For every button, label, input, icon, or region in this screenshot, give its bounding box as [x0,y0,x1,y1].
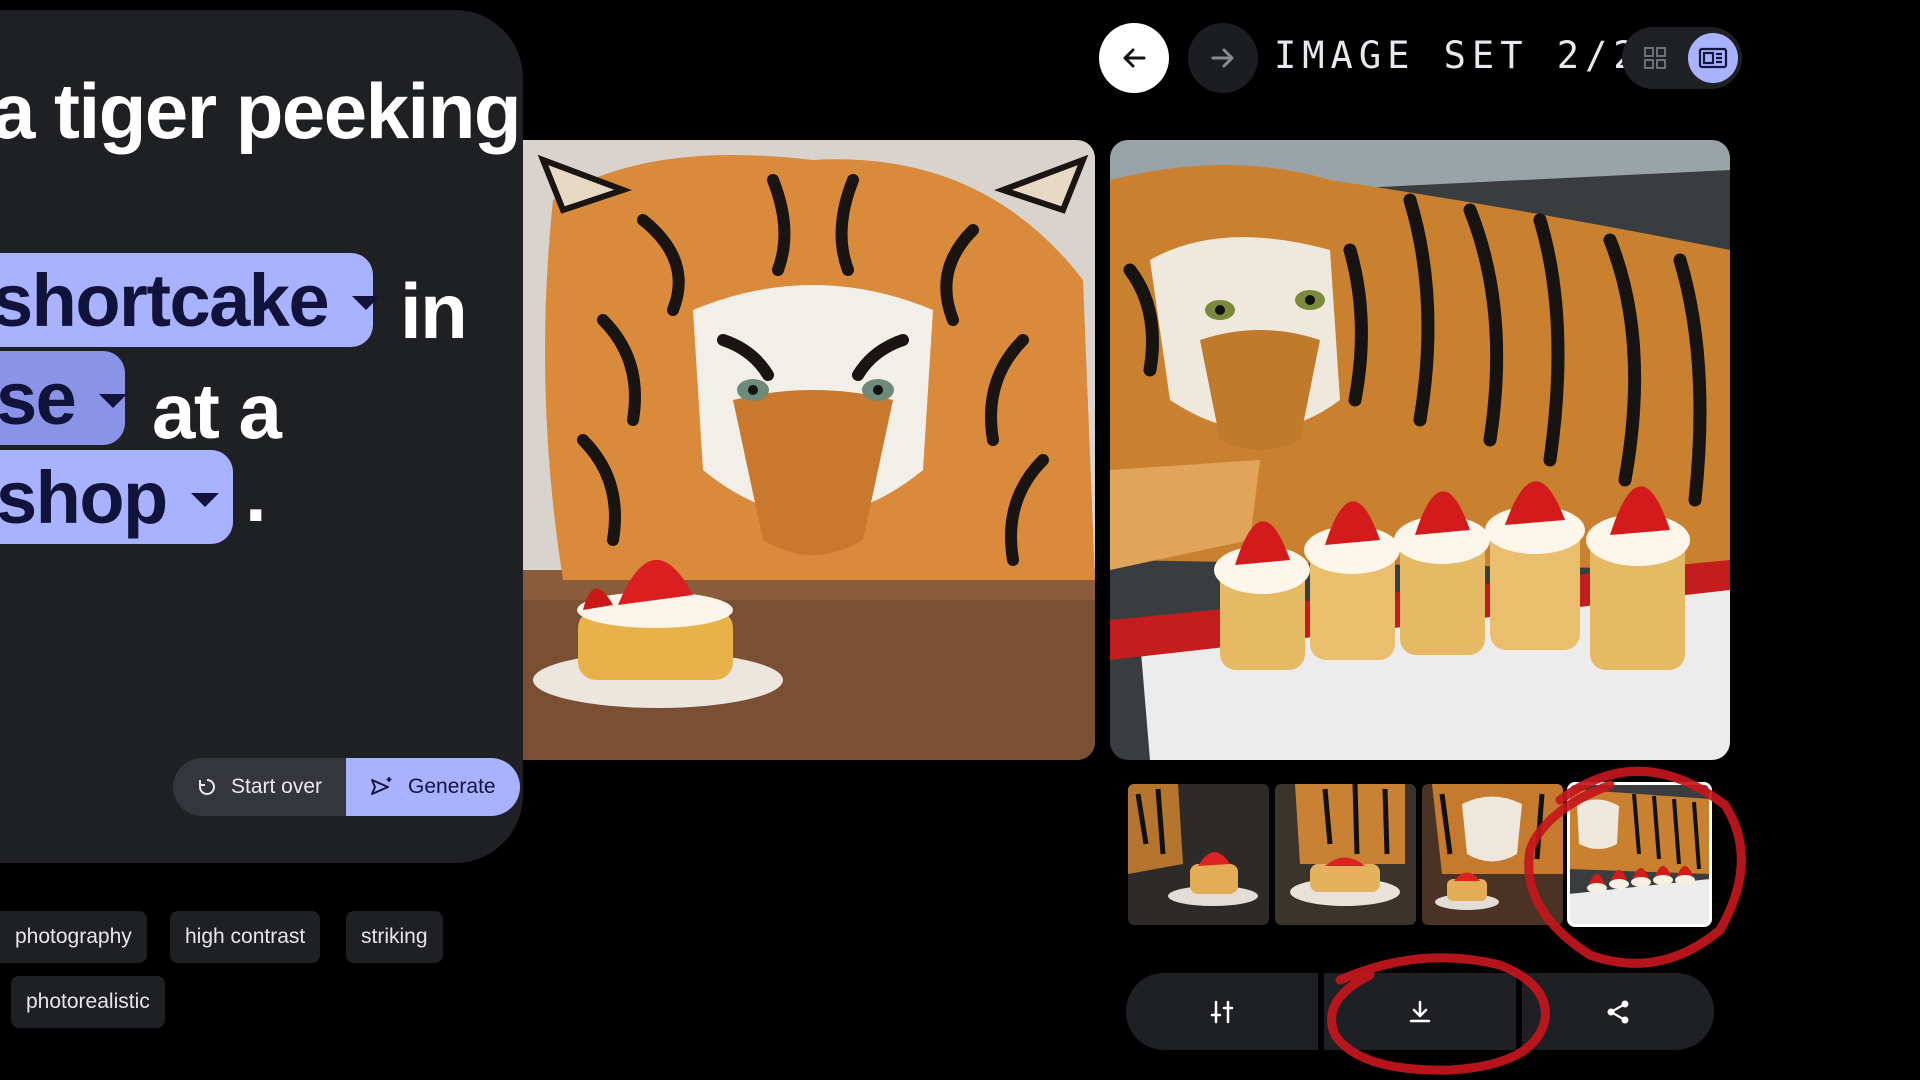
generated-image-tiger-table[interactable] [523,140,1095,760]
thumbnail-3[interactable] [1422,784,1563,925]
share-icon [1607,1000,1629,1023]
adjust-icon [1210,1000,1234,1023]
place-chip-dropdown[interactable]: se [0,351,128,445]
style-tag-high-contrast[interactable]: high contrast [170,911,321,963]
previous-button[interactable] [1099,23,1169,93]
venue-chip-dropdown[interactable]: shop [0,450,233,544]
image-set-label: IMAGE SET 2/2 [1274,34,1642,77]
thumbnail-1[interactable] [1128,784,1269,925]
chevron-down-icon [190,493,219,507]
chevron-down-icon [99,394,128,408]
refresh-icon [199,779,215,795]
generate-button[interactable]: Generate [346,758,520,816]
adjust-button[interactable] [1126,973,1318,1050]
place-chip-label: se [0,356,77,440]
send-sparkle-icon [371,777,392,795]
style-tag-striking[interactable]: striking [346,911,443,963]
prompt-panel: a tiger peeking shortcake in se at a sho… [0,10,523,863]
download-button[interactable] [1324,973,1516,1050]
image-toolbar [1126,973,1714,1050]
food-chip-dropdown[interactable]: shortcake [0,253,381,347]
arrow-right-icon [1211,48,1234,68]
next-button[interactable] [1188,23,1258,93]
chevron-down-icon [352,296,381,310]
download-icon [1409,1000,1431,1022]
prompt-actions: Start over Generate [173,758,520,816]
style-tag-photography[interactable]: photography [0,911,147,963]
grid-icon [1644,47,1666,69]
grid-view-button[interactable] [1632,35,1678,81]
thumbnail-4-selected[interactable] [1567,782,1712,927]
style-tag-photorealistic[interactable]: photorealistic [11,976,165,1028]
prompt-period: . [245,450,267,538]
start-over-label: Start over [231,775,323,798]
prompt-text-line-1: a tiger peeking [0,67,522,155]
single-view-button[interactable] [1688,33,1738,83]
prompt-word-at-a: at a [152,367,282,455]
generated-image-tiger-display-case[interactable] [1110,140,1730,760]
gallery-view-icon [1698,47,1728,69]
prompt-word-in: in [400,267,468,355]
arrow-left-icon [1123,48,1146,68]
thumbnail-2[interactable] [1275,784,1416,925]
share-button[interactable] [1522,973,1714,1050]
food-chip-label: shortcake [0,258,330,342]
start-over-button[interactable]: Start over [173,758,347,816]
generate-label: Generate [408,775,496,798]
venue-chip-label: shop [0,455,168,539]
